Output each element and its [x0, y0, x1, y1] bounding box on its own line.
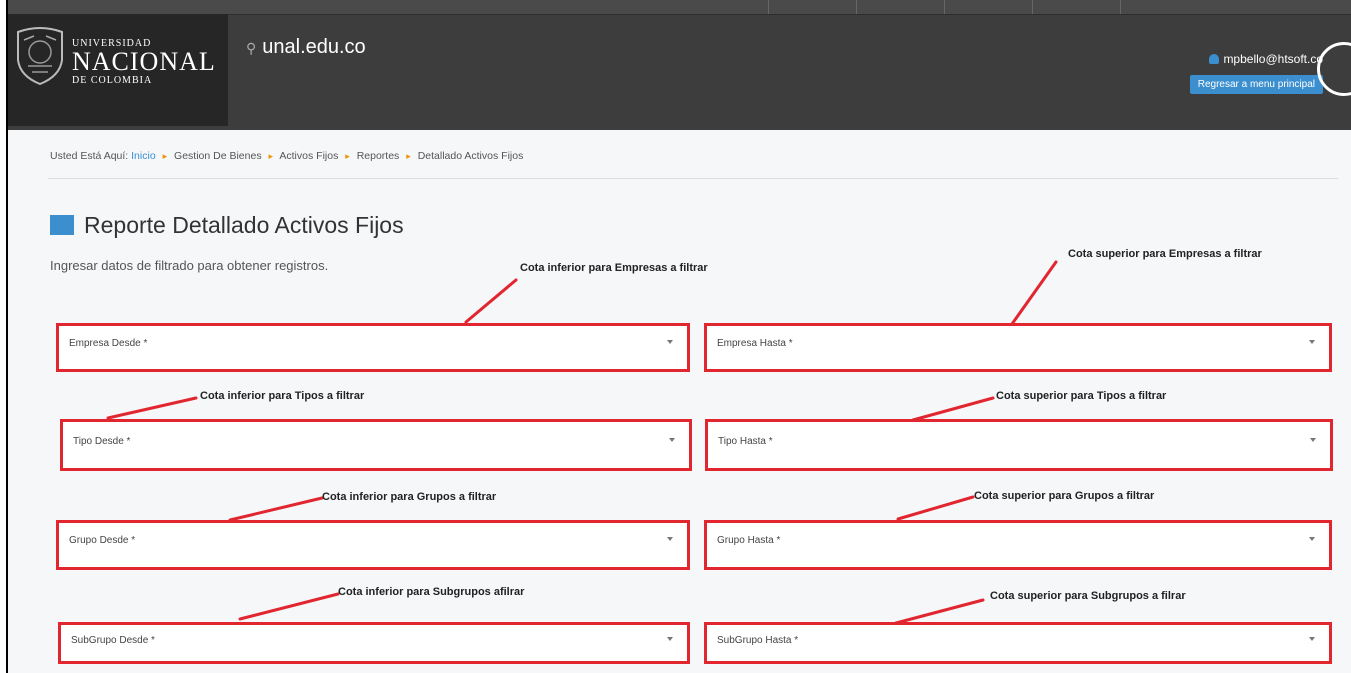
chevron-down-icon	[667, 537, 673, 541]
annotation-line	[228, 496, 324, 522]
annotation-line	[106, 396, 198, 420]
chevron-down-icon	[1310, 438, 1316, 442]
annotation-tipo-hasta: Cota superior para Tipos a filtrar	[996, 390, 1167, 402]
empresa-desde-select[interactable]: Empresa Desde *	[56, 323, 690, 372]
subgrupo-desde-select[interactable]: SubGrupo Desde *	[58, 622, 690, 664]
annotation-empresa-hasta: Cota superior para Empresas a filtrar	[1068, 248, 1262, 260]
grupo-hasta-select[interactable]: Grupo Hasta *	[704, 520, 1332, 570]
annotation-line	[911, 396, 995, 422]
chevron-down-icon	[667, 637, 673, 641]
annotation-subgrupo-hasta: Cota superior para Subgrupos a filrar	[990, 590, 1186, 602]
annotation-line	[1010, 260, 1058, 326]
tipo-desde-select[interactable]: Tipo Desde *	[60, 419, 692, 471]
chevron-down-icon	[1309, 637, 1315, 641]
annotation-tipo-desde: Cota inferior para Tipos a filtrar	[200, 390, 365, 402]
annotation-empresa-desde: Cota inferior para Empresas a filtrar	[520, 262, 708, 274]
browser-frame: UNIVERSIDAD NACIONAL DE COLOMBIA ⚲ unal.e…	[6, 0, 1351, 673]
annotation-subgrupo-desde: Cota inferior para Subgrupos afilrar	[338, 586, 525, 598]
annotation-line	[238, 592, 340, 621]
empresa-hasta-select[interactable]: Empresa Hasta *	[704, 323, 1332, 372]
annotation-line	[896, 495, 975, 521]
annotation-grupo-desde: Cota inferior para Grupos a filtrar	[322, 491, 497, 503]
annotation-grupo-hasta: Cota superior para Grupos a filtrar	[974, 490, 1155, 502]
chevron-down-icon	[1309, 340, 1315, 344]
chevron-down-icon	[667, 340, 673, 344]
tipo-hasta-select[interactable]: Tipo Hasta *	[705, 419, 1333, 471]
subgrupo-hasta-select[interactable]: SubGrupo Hasta *	[704, 622, 1332, 664]
chevron-down-icon	[1309, 537, 1315, 541]
grupo-desde-select[interactable]: Grupo Desde *	[56, 520, 690, 570]
annotation-line	[464, 278, 518, 324]
chevron-down-icon	[669, 438, 675, 442]
annotation-line	[894, 598, 985, 625]
